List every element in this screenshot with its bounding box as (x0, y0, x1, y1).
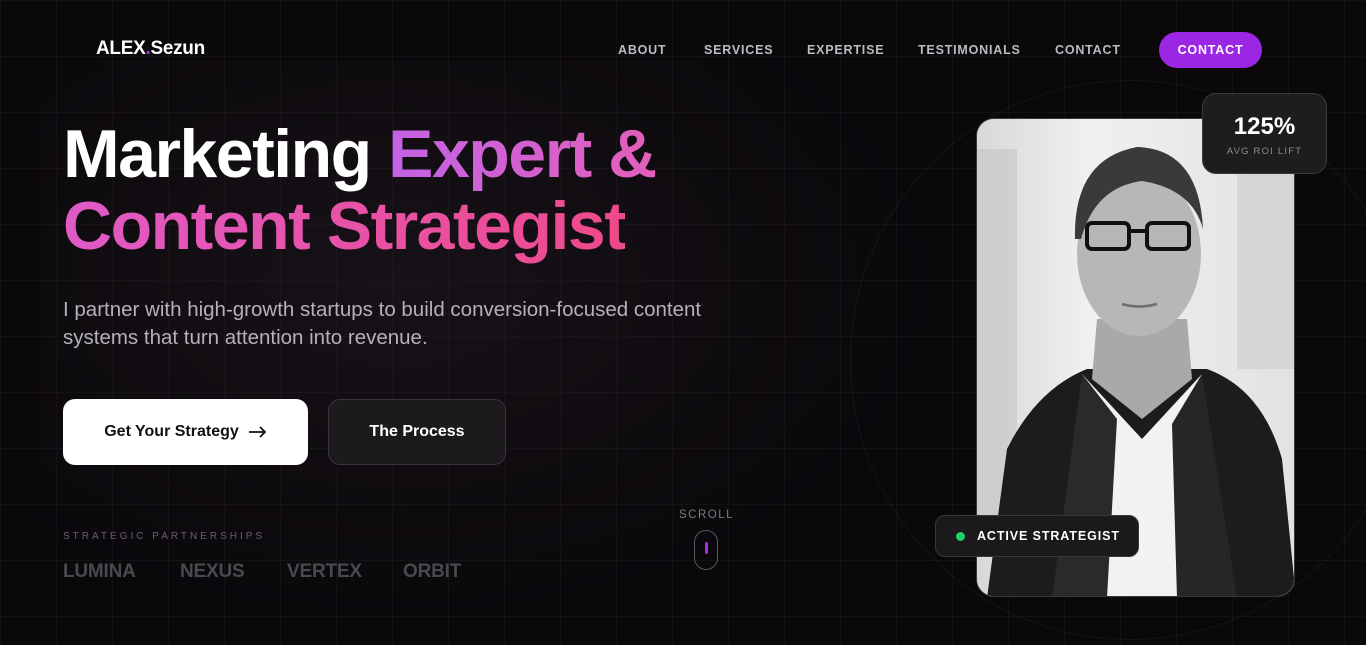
nav-link-contact[interactable]: CONTACT (1055, 43, 1121, 57)
status-badge: ACTIVE STRATEGIST (935, 515, 1139, 557)
hero-title-highlight: Expert & (388, 116, 657, 192)
brand-logo[interactable]: ALEX.Sezun (96, 38, 205, 60)
arrow-right-icon (248, 421, 267, 444)
brand-suffix: Sezun (150, 38, 205, 59)
status-badge-label: ACTIVE STRATEGIST (977, 529, 1120, 543)
get-strategy-label: Get Your Strategy (104, 423, 239, 440)
get-strategy-button[interactable]: Get Your Strategy (63, 399, 308, 465)
partner-logo-orbit: ORBIT (403, 561, 462, 582)
partners-label: STRATEGIC PARTNERSHIPS (63, 531, 266, 542)
process-button[interactable]: The Process (328, 399, 506, 465)
hero-title-line2: Content Strategist (63, 188, 627, 264)
scroll-label: SCROLL (679, 509, 735, 521)
contact-button[interactable]: CONTACT (1159, 32, 1262, 68)
hero-title: Marketing Expert & Content Strategist (63, 116, 657, 264)
partner-logo-nexus: NEXUS (180, 561, 245, 582)
hero-title-plain: Marketing (63, 116, 372, 192)
partner-logo-vertex: VERTEX (287, 561, 362, 582)
roi-stat-card: 125% AVG ROI LIFT (1202, 93, 1327, 174)
scroll-indicator-icon[interactable] (694, 530, 718, 570)
partner-logo-lumina: LUMINA (63, 561, 136, 582)
nav-link-about[interactable]: ABOUT (618, 43, 666, 57)
nav-link-services[interactable]: SERVICES (704, 43, 773, 57)
nav-link-testimonials[interactable]: TESTIMONIALS (918, 43, 1021, 57)
brand-name: ALEX (96, 38, 146, 59)
roi-stat-label: AVG ROI LIFT (1226, 146, 1303, 157)
scroll-wheel (704, 542, 708, 554)
nav-link-expertise[interactable]: EXPERTISE (807, 43, 884, 57)
hero-subtitle: I partner with high-growth startups to b… (63, 298, 702, 349)
status-dot-icon (956, 531, 965, 541)
roi-stat-value: 125% (1233, 113, 1296, 140)
